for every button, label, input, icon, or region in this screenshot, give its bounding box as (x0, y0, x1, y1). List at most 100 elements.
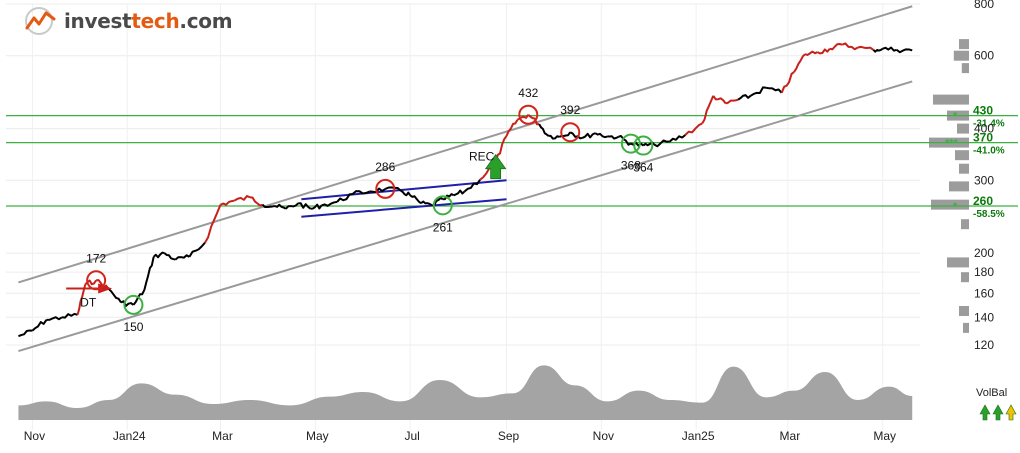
price-segment (816, 48, 831, 55)
signal-label-rec: REC (469, 150, 495, 164)
x-tick-label: May (873, 429, 896, 443)
volbal-arrow-icon (992, 404, 1004, 421)
y-tick-label: 120 (974, 338, 994, 352)
point-label: 286 (375, 160, 395, 174)
volbal-legend: VolBal (976, 387, 1017, 421)
price-line (18, 42, 913, 338)
price-segment (607, 135, 619, 140)
price-segment (233, 195, 251, 202)
volume-balance-fill (18, 365, 913, 420)
price-segment (701, 95, 715, 124)
volume-profile-bar (933, 94, 969, 105)
brand-logo[interactable]: investtech.com (24, 6, 233, 36)
price-segment (453, 189, 466, 197)
price-segment (310, 203, 323, 210)
price-segment (737, 94, 752, 101)
x-tick-label: Jan24 (113, 429, 146, 443)
support-price-label: 430 (973, 104, 993, 118)
support-stars: * (953, 201, 958, 213)
volume-profile-bar (959, 163, 969, 174)
support-price-label: 260 (973, 194, 993, 208)
price-segment (804, 50, 818, 56)
y-tick-label: 300 (974, 173, 994, 187)
support-pct-label: -41.0% (973, 146, 1005, 157)
price-segment (765, 86, 783, 94)
support-pct-label: -58.5% (973, 209, 1005, 220)
volume-profile-bar (959, 39, 969, 50)
trend-logo-icon (25, 7, 56, 35)
price-segment (409, 194, 422, 205)
price-segment (857, 45, 874, 51)
price-segment (793, 53, 806, 73)
price-segment (882, 46, 897, 52)
price-segment (174, 254, 190, 261)
volume-profile-bar (949, 181, 969, 192)
price-segment (872, 47, 884, 53)
x-tick-label: May (306, 429, 329, 443)
volume-profile-bar (961, 272, 969, 283)
price-segment (274, 203, 287, 210)
price-segment (143, 256, 155, 291)
y-tick-label: 160 (974, 286, 994, 300)
price-segment (285, 202, 299, 210)
volume-profile-bar (961, 219, 969, 230)
y-tick-label: 800 (974, 0, 994, 11)
y-tick-label: 200 (974, 246, 994, 260)
price-segment (896, 48, 913, 54)
x-tick-label: Sep (498, 429, 520, 443)
price-chart: * 430-31.4%*** 370-41.0%* 260-58.5% DTREC 1… (6, 0, 1018, 443)
price-segment (220, 199, 235, 206)
chart-root: * 430 -31.4% *** 370 -41.0% * 260 -58.5% DT REC 1… (0, 0, 1020, 448)
x-tick-label: Jul (404, 429, 419, 443)
trend-channel-lower (18, 80, 913, 353)
support-stars: *** (945, 138, 959, 150)
price-segment (653, 139, 670, 148)
volume-profile-bar (957, 123, 969, 134)
price-segment (188, 242, 206, 258)
point-label: 432 (518, 86, 538, 100)
volume-profile-bar (947, 257, 969, 268)
point-labels: 172150286261432392368364 (86, 86, 654, 334)
price-segment (538, 123, 550, 137)
trend-channel-upper (18, 5, 913, 284)
point-label: 261 (433, 220, 453, 234)
price-segment (18, 329, 33, 338)
volume-profile-bar (953, 50, 969, 61)
price-segment (750, 86, 767, 97)
y-tick-label: 400 (974, 122, 994, 136)
price-segment (582, 132, 596, 139)
support-stars: * (953, 111, 958, 123)
point-label: 150 (123, 320, 143, 334)
price-segment (420, 200, 433, 207)
y-tick-label: 140 (974, 310, 994, 324)
price-segment (321, 200, 338, 207)
price-segment (669, 134, 686, 143)
volbal-label: VolBal (976, 387, 1007, 399)
point-label: 172 (86, 251, 106, 265)
volume-profile-bar (961, 63, 969, 74)
price-segment (107, 288, 122, 304)
y-tick-label: 180 (974, 265, 994, 279)
volbal-arrow-icon (1005, 404, 1017, 421)
x-tick-label: Nov (24, 429, 45, 443)
volume-profile (929, 39, 969, 333)
volume-profile-bar (959, 305, 969, 316)
x-tick-label: Jan25 (682, 429, 715, 443)
volume-profile-bar (955, 150, 969, 161)
price-segment (163, 252, 176, 261)
signal-label-dt: DT (80, 296, 97, 310)
price-segment (712, 95, 727, 105)
price-segment (400, 189, 411, 197)
axes: 120 140 160 180 200 300 400 600 800 Nov Jan24 Mar Ma… (24, 0, 995, 443)
point-label: 364 (633, 161, 653, 175)
price-segment (841, 42, 859, 51)
brand-name: investtech.com (64, 9, 233, 33)
price-segment (684, 122, 703, 136)
price-segment (725, 98, 739, 105)
price-segment (829, 43, 843, 51)
trend-channel (18, 5, 913, 353)
price-segment (31, 319, 48, 332)
y-tick-label: 600 (974, 49, 994, 63)
x-tick-label: Nov (593, 429, 614, 443)
point-label: 392 (560, 103, 580, 117)
